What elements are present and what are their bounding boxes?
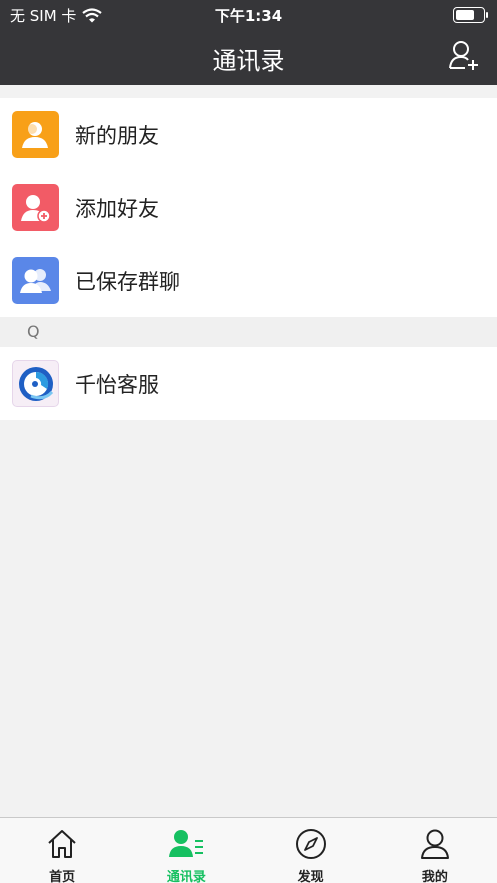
tab-contacts[interactable]: 通讯录 <box>124 818 248 883</box>
contacts-icon <box>169 830 204 857</box>
new-friends-row[interactable]: 新的朋友 <box>0 98 497 171</box>
section-index-letter: Q <box>27 322 40 341</box>
contact-name: 千怡客服 <box>75 372 159 397</box>
status-bar: 无 SIM 卡 下午1:34 <box>0 0 497 28</box>
group-chat-icon <box>12 257 59 304</box>
compass-icon <box>295 829 326 859</box>
contacts-menu-list: 新的朋友 添加好友 已保存群聊 <box>0 98 497 317</box>
add-friend-icon <box>12 184 59 231</box>
status-time: 下午1:34 <box>214 7 283 25</box>
add-contact-icon[interactable] <box>449 40 479 72</box>
tab-home-label: 首页 <box>49 870 76 883</box>
profile-icon <box>420 829 449 859</box>
tab-bar: 首页 通讯录 发现 我的 <box>0 817 497 883</box>
contacts-list: 千怡客服 <box>0 347 497 420</box>
tab-discover-label: 发现 <box>297 870 324 883</box>
add-friend-label: 添加好友 <box>75 196 159 221</box>
group-chat-label: 已保存群聊 <box>75 269 180 294</box>
home-icon <box>48 830 76 858</box>
nav-bar: 通讯录 <box>0 28 497 85</box>
tab-profile-label: 我的 <box>421 870 448 883</box>
tab-contacts-label: 通讯录 <box>166 870 206 883</box>
group-chat-row[interactable]: 已保存群聊 <box>0 244 497 317</box>
tab-discover[interactable]: 发现 <box>249 818 373 883</box>
section-index-header: Q <box>0 317 497 347</box>
contact-row[interactable]: 千怡客服 <box>0 347 497 420</box>
tab-profile[interactable]: 我的 <box>373 818 497 883</box>
battery-icon <box>453 7 488 23</box>
customer-service-avatar <box>12 360 59 407</box>
tab-home[interactable]: 首页 <box>0 818 124 883</box>
new-friends-icon <box>12 111 59 158</box>
new-friends-label: 新的朋友 <box>75 123 159 148</box>
add-friend-row[interactable]: 添加好友 <box>0 171 497 244</box>
page-title: 通讯录 <box>212 47 285 75</box>
